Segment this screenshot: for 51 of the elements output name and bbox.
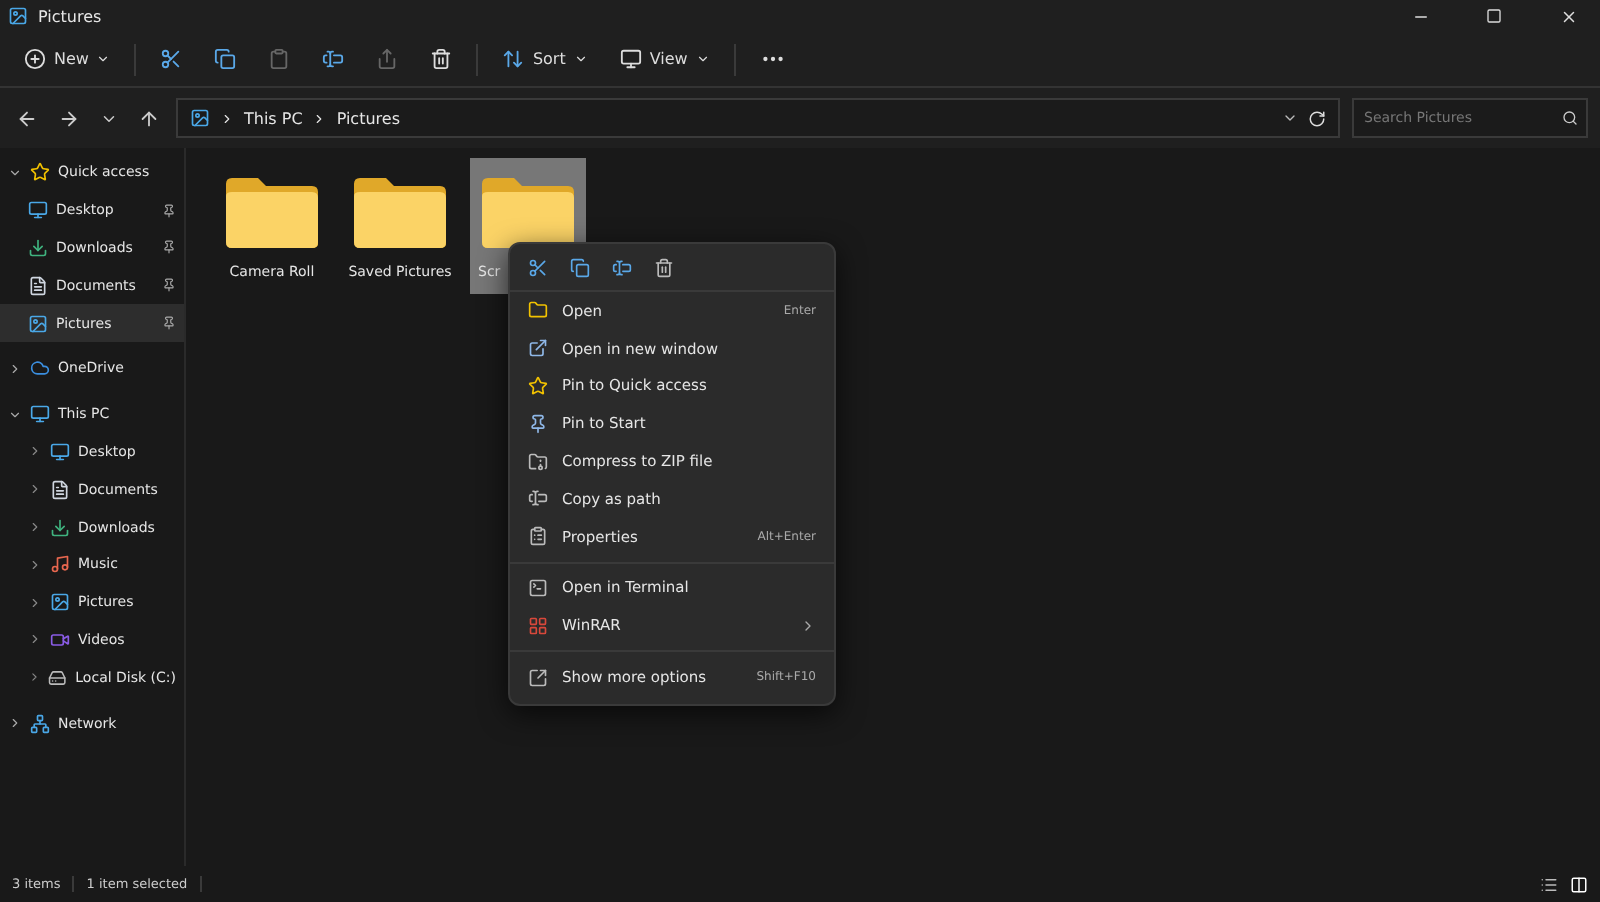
- sort-icon: [502, 48, 525, 70]
- search-icon[interactable]: [1562, 110, 1578, 126]
- chevron-down-icon: [96, 52, 111, 66]
- scissors-icon: [160, 48, 183, 70]
- monitor-icon: [619, 48, 642, 70]
- chevron-down-icon: [573, 52, 588, 66]
- folder-icon: [478, 172, 578, 252]
- restore-icon: [1486, 8, 1502, 24]
- rename-icon[interactable]: [612, 258, 632, 278]
- chevron-right-icon[interactable]: [28, 482, 42, 497]
- chevron-right-icon[interactable]: [8, 716, 22, 731]
- clipboard-icon: [268, 48, 291, 70]
- breadcrumb[interactable]: Pictures: [336, 109, 400, 127]
- address-bar[interactable]: This PC Pictures: [176, 98, 1340, 138]
- view-button[interactable]: View: [611, 42, 718, 76]
- arrow-right-icon: [58, 107, 80, 129]
- cut-icon[interactable]: [528, 258, 548, 278]
- trash-icon: [430, 48, 453, 70]
- chevron-down-icon[interactable]: [8, 165, 22, 180]
- arrow-up-icon: [138, 107, 160, 129]
- refresh-icon[interactable]: [1308, 109, 1326, 127]
- chevron-down-icon[interactable]: [1282, 110, 1298, 126]
- share-icon: [376, 48, 399, 70]
- delete-icon[interactable]: [654, 258, 674, 278]
- window-title: Pictures: [38, 7, 104, 25]
- copy-icon[interactable]: [570, 258, 590, 278]
- close-icon: [1559, 7, 1577, 25]
- chevron-right-icon[interactable]: [28, 444, 42, 459]
- chevron-down-icon[interactable]: [8, 407, 22, 422]
- chevron-right-icon[interactable]: [28, 557, 42, 572]
- chevron-right-icon[interactable]: [28, 670, 41, 685]
- rename-icon: [322, 48, 345, 70]
- tiles-view-icon[interactable]: [1570, 875, 1588, 893]
- breadcrumb[interactable]: This PC: [244, 109, 303, 127]
- copy-icon: [214, 48, 237, 70]
- sort-button[interactable]: Sort: [494, 42, 596, 76]
- chevron-right-icon: [312, 111, 327, 125]
- chevron-right-icon[interactable]: [28, 595, 42, 610]
- picture-icon: [190, 108, 210, 128]
- folder-icon: [222, 172, 322, 252]
- folder-icon: [350, 172, 450, 252]
- chevron-right-icon[interactable]: [28, 632, 42, 647]
- chevron-right-icon[interactable]: [8, 361, 22, 376]
- new-button[interactable]: New: [16, 42, 119, 76]
- details-view-icon[interactable]: [1540, 875, 1558, 893]
- plus-icon: [24, 48, 46, 70]
- arrow-left-icon: [16, 107, 38, 129]
- chevron-right-icon: [220, 111, 234, 125]
- chevron-right-icon[interactable]: [28, 520, 42, 535]
- picture-icon: [8, 6, 28, 26]
- chevron-down-icon: [695, 52, 710, 66]
